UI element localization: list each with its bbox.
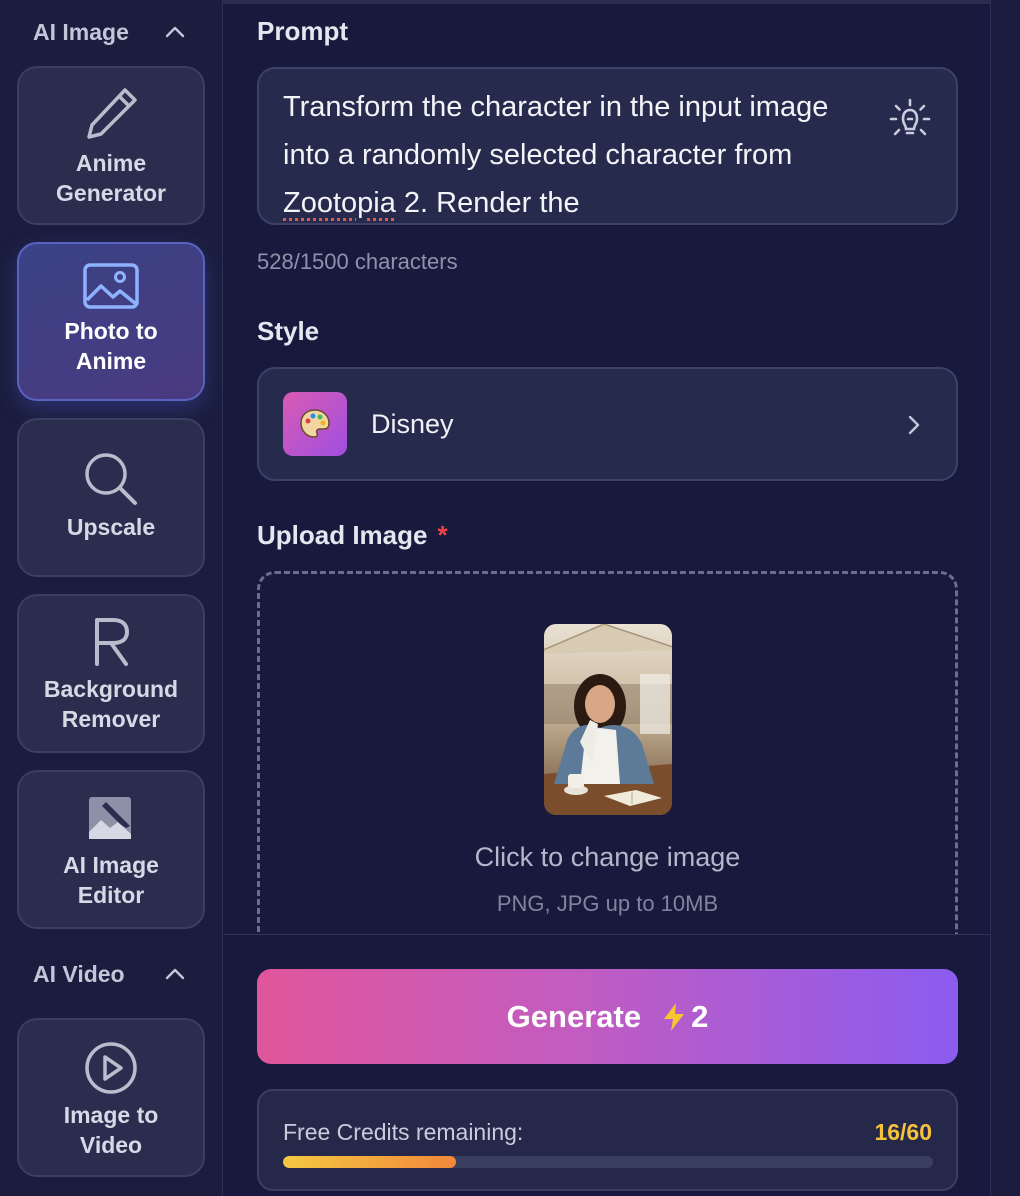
action-panel: Generate 2 Free Credits remaining: 16/60 bbox=[224, 934, 990, 1196]
generate-button[interactable]: Generate 2 bbox=[257, 969, 958, 1064]
tool-label: Remover bbox=[61, 706, 161, 732]
app-window: AI Image Anime Generator Photo to Anime bbox=[0, 0, 1020, 1196]
play-circle-icon bbox=[85, 1042, 137, 1094]
pencil-icon bbox=[87, 88, 137, 139]
tool-image-to-video[interactable]: Image to Video bbox=[17, 1018, 205, 1177]
generate-label: Generate bbox=[506, 998, 642, 1034]
credits-card: Free Credits remaining: 16/60 bbox=[257, 1089, 958, 1191]
palette-icon bbox=[300, 409, 330, 438]
chevron-up-icon bbox=[165, 968, 185, 980]
tool-label: Anime bbox=[75, 150, 147, 176]
upload-title: Click to change image bbox=[474, 842, 741, 872]
section-title: AI Image bbox=[33, 18, 129, 45]
sidebar: AI Image Anime Generator Photo to Anime bbox=[0, 0, 223, 1196]
tool-ai-image-editor[interactable]: AI Image Editor bbox=[17, 770, 205, 929]
tool-upscale[interactable]: Upscale bbox=[17, 418, 205, 577]
main-panel: Prompt Transform the character in the in… bbox=[224, 0, 990, 1196]
spellcheck-word: Zootopia bbox=[283, 187, 396, 219]
chevron-right-icon bbox=[908, 415, 920, 435]
section-title: AI Video bbox=[33, 960, 125, 987]
credits-value: 16/60 bbox=[874, 1119, 932, 1145]
tool-label: Anime bbox=[75, 348, 147, 374]
char-count: 528/1500 characters bbox=[257, 249, 458, 274]
tool-label: AI Image bbox=[63, 852, 159, 878]
style-selected-value: Disney bbox=[371, 408, 454, 439]
upload-label: Upload Image * bbox=[257, 520, 448, 550]
right-scroll-area bbox=[990, 0, 1020, 1196]
prompt-text[interactable]: Transform the character in the input ima… bbox=[283, 83, 873, 223]
tool-label: Editor bbox=[77, 882, 145, 908]
upload-hint: PNG, JPG up to 10MB bbox=[496, 891, 719, 916]
tool-label: Photo to bbox=[64, 318, 158, 344]
style-selector[interactable]: Disney bbox=[257, 367, 958, 481]
tool-label: Upscale bbox=[66, 514, 156, 540]
image-edit-icon bbox=[89, 797, 131, 839]
magnifier-icon bbox=[85, 453, 137, 505]
tool-label: Image to bbox=[63, 1102, 159, 1128]
required-asterisk: * bbox=[437, 520, 448, 550]
tool-anime-generator[interactable]: Anime Generator bbox=[17, 66, 205, 225]
credits-label: Free Credits remaining: bbox=[283, 1119, 524, 1145]
section-header-ai-image[interactable]: AI Image bbox=[0, 12, 223, 52]
style-label: Style bbox=[257, 316, 320, 346]
style-thumbnail bbox=[283, 392, 347, 456]
lightning-icon bbox=[664, 1002, 685, 1031]
magic-bulb-icon[interactable] bbox=[888, 97, 932, 141]
chevron-up-icon bbox=[165, 26, 185, 38]
tool-photo-to-anime[interactable]: Photo to Anime bbox=[17, 242, 205, 401]
uploaded-photo-thumbnail bbox=[544, 624, 672, 815]
upload-dropzone[interactable]: Click to change image PNG, JPG up to 10M… bbox=[257, 571, 958, 951]
credits-progress-fill bbox=[283, 1156, 457, 1168]
tool-background-remover[interactable]: Background Remover bbox=[17, 594, 205, 753]
tool-label: Video bbox=[79, 1132, 143, 1158]
letter-r-icon bbox=[95, 618, 129, 666]
prompt-textarea[interactable]: Transform the character in the input ima… bbox=[257, 67, 958, 225]
tool-label: Generator bbox=[56, 180, 166, 206]
prompt-label: Prompt bbox=[257, 16, 348, 46]
image-icon bbox=[83, 263, 139, 309]
tool-label: Background bbox=[43, 676, 179, 702]
section-header-ai-video[interactable]: AI Video bbox=[0, 954, 223, 994]
credits-progress-track bbox=[283, 1156, 933, 1168]
generate-cost: 2 bbox=[691, 998, 709, 1034]
